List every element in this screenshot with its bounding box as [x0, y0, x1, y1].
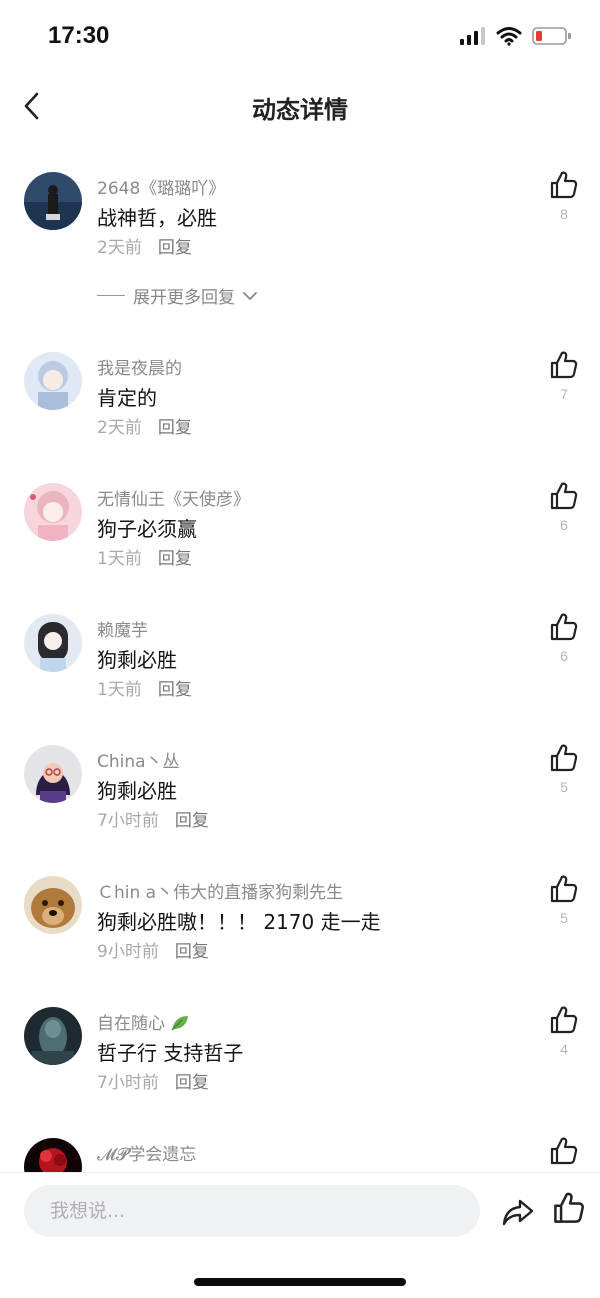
comment-author[interactable]: 2648《璐璐吖》 — [97, 174, 225, 199]
comment-time: 2天前 — [97, 418, 142, 438]
like-count: 7 — [560, 386, 568, 402]
comment-meta: 9小时前 回复 — [97, 937, 209, 962]
thumbs-up-icon — [550, 613, 578, 641]
like-button[interactable]: 6 — [542, 481, 586, 533]
comment-meta: 1天前 回复 — [97, 544, 192, 569]
comment-text: 狗剩必胜 — [97, 779, 177, 803]
comment-text: 狗子必须赢 — [97, 517, 197, 541]
home-indicator[interactable] — [194, 1278, 406, 1286]
comment-input[interactable] — [24, 1185, 480, 1237]
comment-author-name: 自在随心 — [97, 1014, 165, 1034]
like-button[interactable]: 4 — [542, 1005, 586, 1057]
like-button[interactable] — [542, 1136, 586, 1170]
comment-meta: 1天前 回复 — [97, 675, 192, 700]
share-button[interactable] — [500, 1193, 536, 1229]
comment-meta: 7小时前 回复 — [97, 806, 209, 831]
page-title: 动态详情 — [252, 96, 348, 124]
avatar[interactable] — [24, 172, 82, 230]
reply-button[interactable]: 回复 — [175, 1068, 209, 1093]
reply-button[interactable]: 回复 — [175, 806, 209, 831]
like-count: 5 — [560, 910, 568, 926]
like-post-button[interactable] — [552, 1191, 588, 1227]
comment-time: 1天前 — [97, 549, 142, 569]
avatar[interactable] — [24, 1007, 82, 1065]
avatar[interactable] — [24, 483, 82, 541]
avatar[interactable] — [24, 876, 82, 934]
comment-list[interactable]: 2648《璐璐吖》 战神哲，必胜 2天前 回复 8 展开更多回复 我是夜晨的 肯… — [0, 160, 600, 1172]
thumbs-up-icon — [550, 875, 578, 903]
battery-icon — [532, 27, 571, 45]
like-count: 8 — [560, 206, 568, 222]
like-button[interactable]: 5 — [542, 743, 586, 795]
comment-meta: 2天前 回复 — [97, 233, 192, 258]
thumbs-up-icon — [550, 1137, 578, 1165]
comment-item: 自在随心 哲子行 支持哲子 7小时前 回复 4 — [0, 995, 600, 1115]
like-button[interactable]: 6 — [542, 612, 586, 664]
comment-time: 2天前 — [97, 238, 142, 258]
status-time: 17:30 — [48, 22, 110, 49]
thumbs-up-icon — [550, 744, 578, 772]
like-button[interactable]: 8 — [542, 170, 586, 222]
comment-item: 我是夜晨的 肯定的 2天前 回复 7 — [0, 340, 600, 460]
comment-author[interactable]: 无情仙王《天使彦》 — [97, 485, 250, 510]
comment-time: 7小时前 — [97, 811, 159, 831]
avatar[interactable] — [24, 352, 82, 410]
comment-text: 狗剩必胜 — [97, 648, 177, 672]
status-icons — [460, 26, 572, 46]
divider-line — [97, 295, 125, 296]
share-icon — [502, 1199, 534, 1226]
reply-button[interactable]: 回复 — [158, 413, 192, 438]
thumbs-up-icon — [550, 171, 578, 199]
thumbs-up-icon — [550, 1006, 578, 1034]
wifi-icon — [496, 27, 522, 46]
status-bar: 17:30 — [0, 0, 600, 76]
comment-author[interactable]: Ｃhin a丶伟大的直播家狗剩先生 — [97, 878, 343, 903]
like-button[interactable]: 5 — [542, 874, 586, 926]
avatar[interactable] — [24, 614, 82, 672]
comment-item: Ｃhin a丶伟大的直播家狗剩先生 狗剩必胜嗷！！！ 2170 走一走 9小时前… — [0, 864, 600, 984]
bottom-bar — [0, 1172, 600, 1298]
comment-item: 无情仙王《天使彦》 狗子必须赢 1天前 回复 6 — [0, 471, 600, 591]
comment-meta: 7小时前 回复 — [97, 1068, 209, 1093]
like-count: 6 — [560, 517, 568, 533]
reply-button[interactable]: 回复 — [158, 544, 192, 569]
reply-button[interactable]: 回复 — [175, 937, 209, 962]
comment-meta: 2天前 回复 — [97, 413, 192, 438]
comment-text: 狗剩必胜嗷！！！ 2170 走一走 — [97, 910, 381, 934]
comment-item: 𝓜𝓟学会遗忘 — [0, 1126, 600, 1172]
signal-icon — [460, 27, 485, 45]
avatar[interactable] — [24, 1138, 82, 1172]
comment-author[interactable]: 自在随心 — [97, 1009, 190, 1034]
comment-item: China丶丛 狗剩必胜 7小时前 回复 5 — [0, 733, 600, 853]
avatar[interactable] — [24, 745, 82, 803]
comment-text: 哲子行 支持哲子 — [97, 1041, 244, 1065]
expand-more-replies[interactable]: 展开更多回复 — [97, 283, 257, 308]
comment-item: 赖魔芋 狗剩必胜 1天前 回复 6 — [0, 602, 600, 722]
comment-time: 1天前 — [97, 680, 142, 700]
chevron-down-icon — [243, 291, 257, 300]
leaf-icon — [171, 1016, 189, 1031]
comment-item: 2648《璐璐吖》 战神哲，必胜 2天前 回复 8 — [0, 160, 600, 280]
nav-bar: 动态详情 — [0, 76, 600, 136]
comment-author[interactable]: 我是夜晨的 — [97, 354, 182, 379]
comment-author[interactable]: 赖魔芋 — [97, 616, 148, 641]
thumbs-up-icon — [554, 1192, 584, 1223]
like-count: 4 — [560, 1041, 568, 1057]
comment-time: 9小时前 — [97, 942, 159, 962]
thumbs-up-icon — [550, 351, 578, 379]
like-count: 5 — [560, 779, 568, 795]
reply-button[interactable]: 回复 — [158, 675, 192, 700]
comment-author[interactable]: China丶丛 — [97, 747, 180, 772]
like-button[interactable]: 7 — [542, 350, 586, 402]
comment-time: 7小时前 — [97, 1073, 159, 1093]
comment-text: 战神哲，必胜 — [97, 206, 217, 230]
comment-author[interactable]: 𝓜𝓟学会遗忘 — [97, 1140, 196, 1165]
thumbs-up-icon — [550, 482, 578, 510]
expand-label: 展开更多回复 — [133, 288, 235, 308]
comment-text: 肯定的 — [97, 386, 157, 410]
reply-button[interactable]: 回复 — [158, 233, 192, 258]
like-count: 6 — [560, 648, 568, 664]
